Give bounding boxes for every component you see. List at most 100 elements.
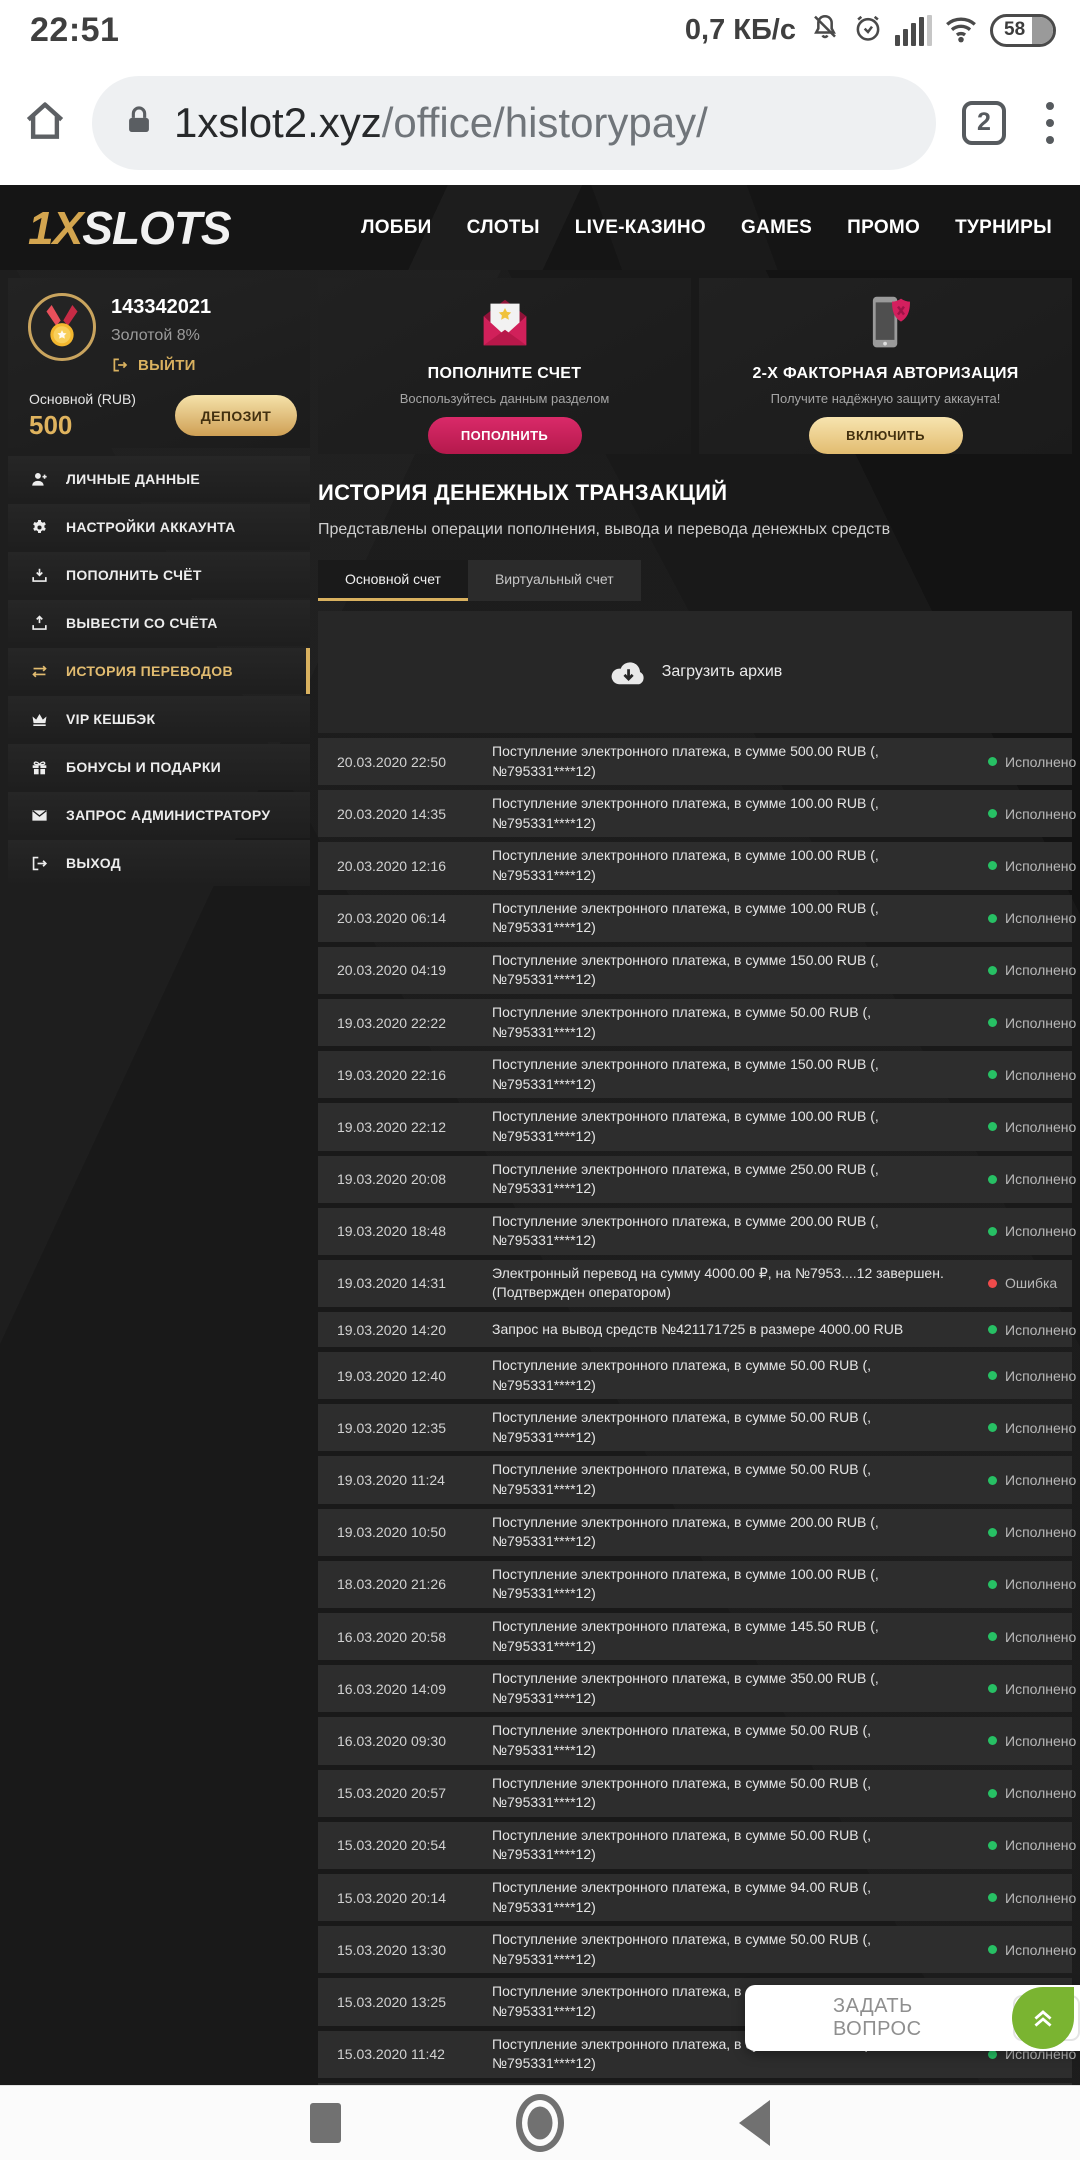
tab-virtual-account[interactable]: Виртуальный счет bbox=[468, 560, 641, 601]
sidebar-menu: ЛИЧНЫЕ ДАННЫЕ НАСТРОЙКИ АККАУНТА bbox=[8, 456, 310, 886]
envelope-icon bbox=[30, 806, 49, 825]
status-dot bbox=[988, 914, 997, 923]
transaction-description: Поступление электронного платежа, в сумм… bbox=[492, 1055, 988, 1094]
back-button[interactable] bbox=[739, 2100, 770, 2146]
transaction-status: Исполнено bbox=[988, 1472, 1076, 1488]
logout-icon bbox=[111, 356, 129, 374]
sidebar-item-label: VIP КЕШБЭК bbox=[66, 711, 155, 727]
transaction-status: Ошибка bbox=[988, 1275, 1066, 1291]
status-label: Исполнено bbox=[1005, 1119, 1076, 1135]
transaction-status: Исполнено bbox=[988, 1420, 1076, 1436]
status-dot bbox=[988, 1371, 997, 1380]
browser-toolbar: 1xslot2.xyz/office/historypay/ 2 bbox=[0, 60, 1080, 185]
enable-2fa-button[interactable]: ВКЛЮЧИТЬ bbox=[809, 417, 963, 454]
sidebar-menu-item[interactable]: ЛИЧНЫЕ ДАННЫЕ bbox=[8, 456, 310, 502]
tab-counter-button[interactable]: 2 bbox=[962, 101, 1006, 145]
status-label: Исполнено bbox=[1005, 806, 1076, 822]
clock: 22:51 bbox=[30, 11, 119, 50]
home-icon[interactable] bbox=[20, 95, 70, 150]
status-label: Исполнено bbox=[1005, 1368, 1076, 1384]
sidebar-item-label: ЛИЧНЫЕ ДАННЫЕ bbox=[66, 471, 200, 487]
transaction-row: 19.03.2020 10:50 Поступление электронног… bbox=[318, 1509, 1072, 1556]
status-dot bbox=[988, 1122, 997, 1131]
transaction-description: Поступление электронного платежа, в сумм… bbox=[492, 1617, 988, 1656]
transaction-description: Поступление электронного платежа, в сумм… bbox=[492, 899, 988, 938]
deposit-button[interactable]: ДЕПОЗИТ bbox=[175, 395, 297, 436]
transaction-description: Поступление электронного платежа, в сумм… bbox=[492, 1565, 988, 1604]
top-up-button[interactable]: ПОПОЛНИТЬ bbox=[428, 417, 582, 454]
transaction-date: 18.03.2020 21:26 bbox=[337, 1576, 492, 1592]
transaction-row: 15.03.2020 13:30 Поступление электронног… bbox=[318, 1926, 1072, 1973]
status-dot bbox=[988, 1736, 997, 1745]
home-button[interactable] bbox=[516, 2094, 564, 2152]
sidebar-menu-item[interactable]: БОНУСЫ И ПОДАРКИ bbox=[8, 744, 310, 790]
phone-shield-icon bbox=[858, 291, 914, 355]
sidebar-item-label: ВЫХОД bbox=[66, 855, 121, 871]
page-subtitle: Представлены операции пополнения, вывода… bbox=[318, 521, 1072, 539]
transaction-row: 20.03.2020 22:50 Поступление электронног… bbox=[318, 738, 1072, 785]
transaction-status: Исполнено bbox=[988, 1837, 1076, 1853]
battery-percent: 58 bbox=[1004, 19, 1025, 41]
status-dot bbox=[988, 1945, 997, 1954]
status-dot bbox=[988, 861, 997, 870]
status-dot bbox=[988, 1423, 997, 1432]
status-dot bbox=[988, 1841, 997, 1850]
transaction-row: 15.03.2020 20:57 Поступление электронног… bbox=[318, 1770, 1072, 1817]
header-nav-item[interactable]: СЛОТЫ bbox=[467, 217, 540, 239]
sidebar-item-label: ЗАПРОС АДМИНИСТРАТОРУ bbox=[66, 807, 270, 823]
status-dot bbox=[988, 1070, 997, 1079]
site-logo[interactable]: 1XSLOTS bbox=[28, 201, 231, 255]
transaction-row: 19.03.2020 12:35 Поступление электронног… bbox=[318, 1404, 1072, 1451]
address-bar[interactable]: 1xslot2.xyz/office/historypay/ bbox=[92, 76, 936, 170]
logout-link[interactable]: ВЫЙТИ bbox=[111, 356, 196, 374]
sidebar-menu-item[interactable]: ВЫХОД bbox=[8, 840, 310, 886]
recents-button[interactable] bbox=[310, 2103, 341, 2143]
chat-expand-button[interactable] bbox=[1012, 1987, 1074, 2049]
cloud-download-icon bbox=[608, 657, 648, 687]
header-nav-item[interactable]: ТУРНИРЫ bbox=[955, 217, 1052, 239]
transaction-description: Поступление электронного платежа, в сумм… bbox=[492, 1774, 988, 1813]
header-nav-item[interactable]: ЛОББИ bbox=[361, 217, 432, 239]
lock-icon[interactable] bbox=[122, 101, 156, 144]
download-archive-button[interactable]: Загрузить архив bbox=[318, 611, 1072, 733]
url-text[interactable]: 1xslot2.xyz/office/historypay/ bbox=[174, 99, 708, 147]
transaction-date: 19.03.2020 22:22 bbox=[337, 1015, 492, 1031]
account-type-label: Основной (RUB) bbox=[29, 391, 136, 407]
status-label: Исполнено bbox=[1005, 1472, 1076, 1488]
sidebar-menu-item[interactable]: НАСТРОЙКИ АККАУНТА bbox=[8, 504, 310, 550]
transaction-date: 20.03.2020 12:16 bbox=[337, 858, 492, 874]
sidebar-menu-item[interactable]: VIP КЕШБЭК bbox=[8, 696, 310, 742]
status-dot bbox=[988, 1632, 997, 1641]
status-label: Исполнено bbox=[1005, 1890, 1076, 1906]
sidebar-item-label: ВЫВЕСТИ СО СЧЁТА bbox=[66, 615, 218, 631]
transaction-row: 16.03.2020 14:09 Поступление электронног… bbox=[318, 1665, 1072, 1712]
sidebar-menu-item[interactable]: ИСТОРИЯ ПЕРЕВОДОВ bbox=[8, 648, 310, 694]
status-label: Исполнено bbox=[1005, 1733, 1076, 1749]
status-dot bbox=[988, 1018, 997, 1027]
status-label: Исполнено bbox=[1005, 1015, 1076, 1031]
chat-widget[interactable]: ЗАДАТЬ ВОПРОС on-line bbox=[745, 1985, 1080, 2051]
sidebar-menu-item[interactable]: ПОПОЛНИТЬ СЧЁТ bbox=[8, 552, 310, 598]
wifi-icon bbox=[943, 12, 979, 49]
transaction-date: 19.03.2020 14:20 bbox=[337, 1322, 492, 1338]
transaction-date: 20.03.2020 22:50 bbox=[337, 754, 492, 770]
transaction-row: 15.03.2020 20:54 Поступление электронног… bbox=[318, 1822, 1072, 1869]
transaction-date: 19.03.2020 22:16 bbox=[337, 1067, 492, 1083]
transaction-row: 20.03.2020 12:16 Поступление электронног… bbox=[318, 842, 1072, 889]
sidebar-menu-item[interactable]: ЗАПРОС АДМИНИСТРАТОРУ bbox=[8, 792, 310, 838]
transaction-date: 19.03.2020 10:50 bbox=[337, 1524, 492, 1540]
status-label: Исполнено bbox=[1005, 1785, 1076, 1801]
header-nav: ЛОББИ СЛОТЫ LIVE-КАЗИНО GAMES ПРОМО ТУРНИРЫ bbox=[361, 217, 1052, 239]
header-nav-item[interactable]: ПРОМО bbox=[847, 217, 920, 239]
promo-title: ПОПОЛНИТЕ СЧЕТ bbox=[428, 365, 582, 383]
header-nav-item[interactable]: LIVE-КАЗИНО bbox=[575, 217, 706, 239]
transaction-status: Исполнено bbox=[988, 1629, 1076, 1645]
sidebar-menu-item[interactable]: ВЫВЕСТИ СО СЧЁТА bbox=[8, 600, 310, 646]
browser-menu-button[interactable] bbox=[1042, 98, 1058, 148]
account-tabs: Основной счет Виртуальный счет bbox=[318, 560, 1072, 601]
tab-main-account[interactable]: Основной счет bbox=[318, 560, 468, 601]
envelope-star-icon bbox=[474, 291, 536, 355]
header-nav-item[interactable]: GAMES bbox=[741, 217, 812, 239]
transaction-status: Исполнено bbox=[988, 1171, 1076, 1187]
transaction-status: Исполнено bbox=[988, 1524, 1076, 1540]
